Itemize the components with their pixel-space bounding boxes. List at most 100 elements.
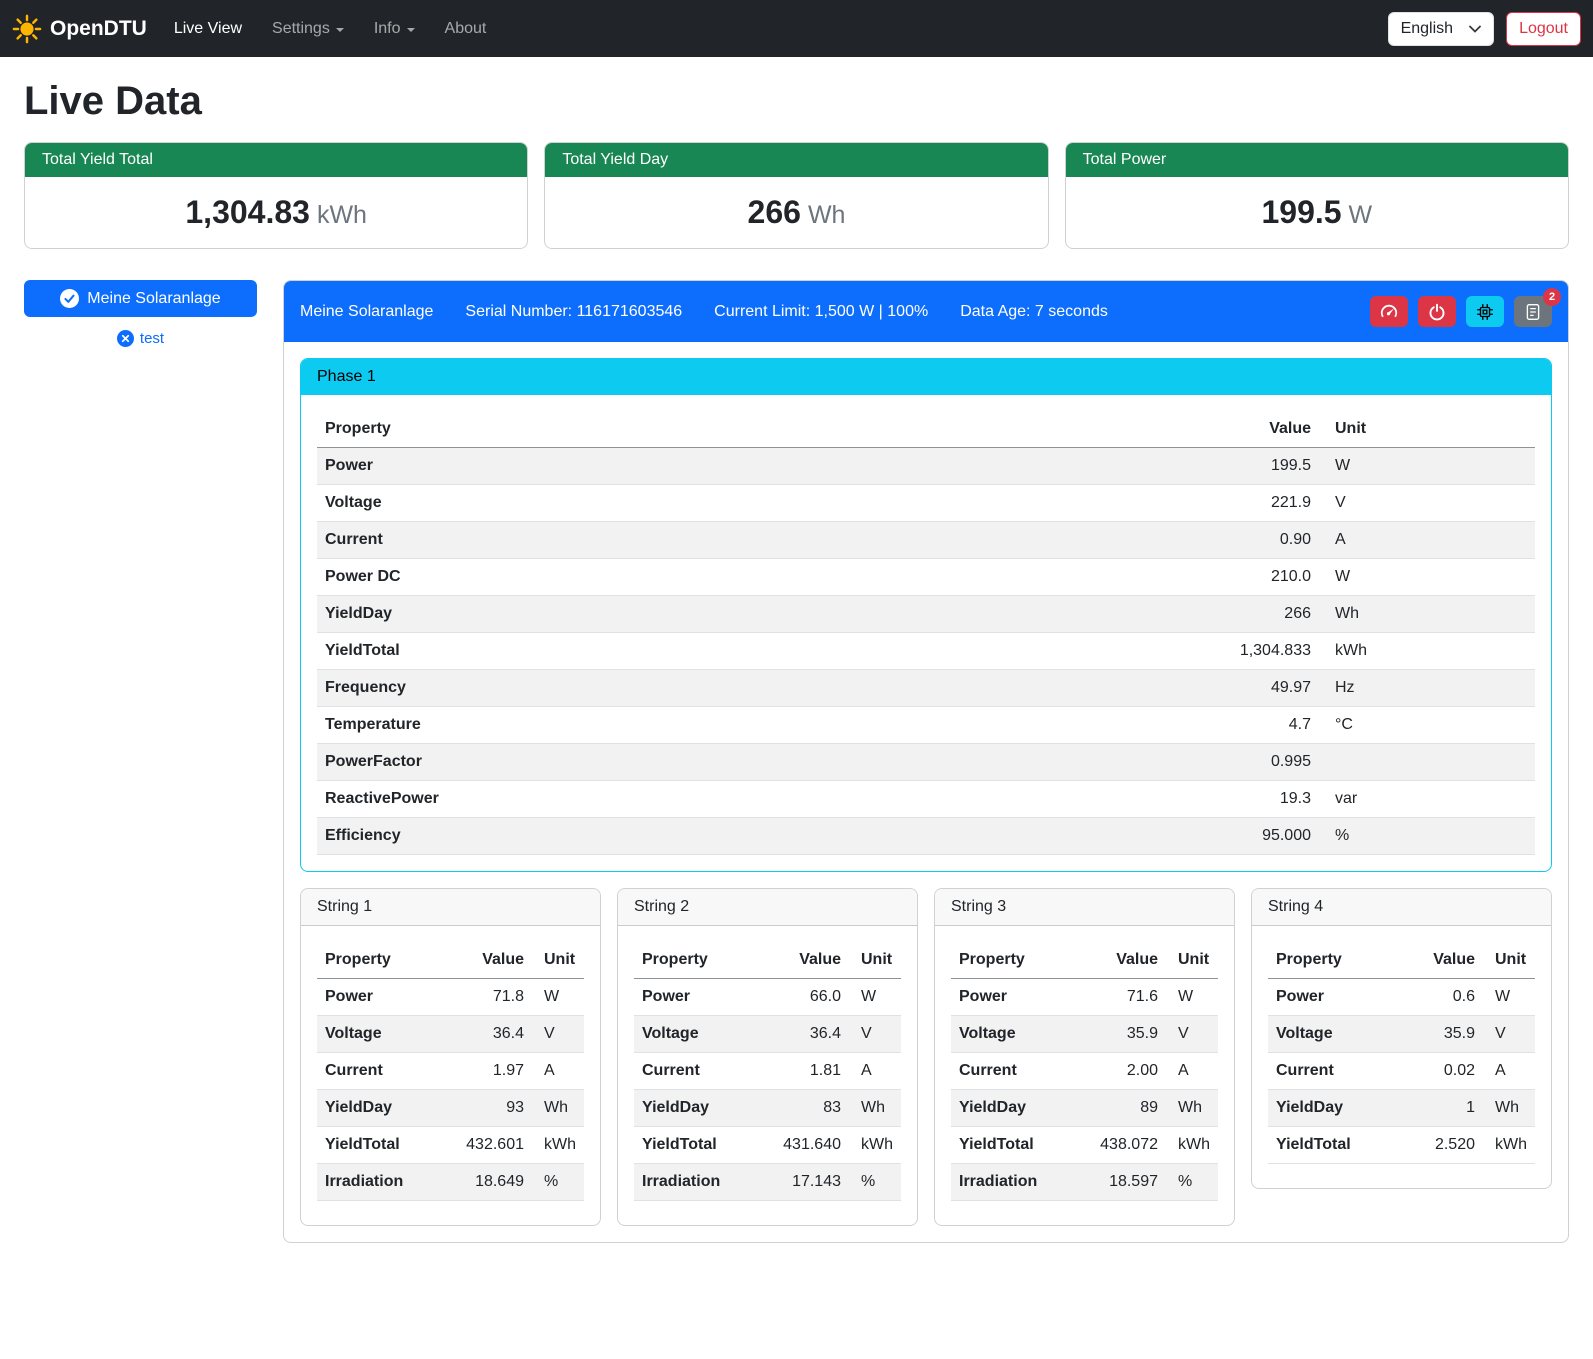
string-card-body: Property Value Unit Power	[618, 926, 917, 1225]
summary-card-title: Total Power	[1066, 143, 1568, 177]
property-unit: A	[1319, 522, 1535, 559]
property-unit: kWh	[1483, 1127, 1535, 1164]
language-select[interactable]: English	[1388, 12, 1494, 46]
table-row: PowerFactor 0.995	[317, 744, 1535, 781]
property-value: 0.6	[1413, 979, 1483, 1016]
property-unit: %	[849, 1164, 901, 1201]
property-value: 18.597	[1092, 1164, 1166, 1201]
property-value: 36.4	[458, 1016, 532, 1053]
col-unit: Unit	[849, 942, 901, 979]
nav-about-label: About	[445, 20, 487, 38]
property-unit: W	[1483, 979, 1535, 1016]
col-unit: Unit	[532, 942, 584, 979]
property-name: YieldTotal	[317, 1127, 458, 1164]
summary-card-title: Total Yield Total	[25, 143, 527, 177]
col-value: Value	[1092, 942, 1166, 979]
string-card-3: String 3 Property Value Unit	[934, 888, 1235, 1226]
property-unit: A	[849, 1053, 901, 1090]
limit-settings-button[interactable]	[1370, 296, 1408, 327]
col-unit: Unit	[1319, 411, 1535, 448]
property-name: Irradiation	[951, 1164, 1092, 1201]
string-card-body: Property Value Unit Power	[935, 926, 1234, 1225]
property-unit: V	[1319, 485, 1535, 522]
string-card-2: String 2 Property Value Unit	[617, 888, 918, 1226]
property-value: 1	[1413, 1090, 1483, 1127]
property-value: 71.6	[1092, 979, 1166, 1016]
col-value: Value	[1199, 411, 1319, 448]
inverter-data-age: Data Age: 7 seconds	[960, 303, 1108, 321]
property-name: Power DC	[317, 559, 1199, 596]
col-property: Property	[317, 942, 458, 979]
page-title: Live Data	[24, 79, 1569, 124]
property-value: 1.97	[458, 1053, 532, 1090]
gauge-icon	[1379, 302, 1399, 322]
property-name: Voltage	[317, 1016, 458, 1053]
phase-card: Phase 1 Property Value Unit	[300, 358, 1552, 872]
table-row: Efficiency 95.000 %	[317, 818, 1535, 855]
property-name: Voltage	[317, 485, 1199, 522]
col-unit: Unit	[1166, 942, 1218, 979]
sidebar-test-label: test	[140, 330, 164, 347]
property-value: 0.02	[1413, 1053, 1483, 1090]
sidebar-item-inverter[interactable]: Meine Solaranlage	[24, 280, 257, 317]
property-name: YieldDay	[317, 596, 1199, 633]
summary-card-body: 1,304.83kWh	[25, 177, 527, 248]
property-unit: V	[532, 1016, 584, 1053]
power-button[interactable]	[1418, 296, 1456, 327]
phase-table-body: Power 199.5 W Voltage 221.9 V	[317, 448, 1535, 855]
table-header-row: Property Value Unit	[317, 942, 584, 979]
summary-card-body: 266Wh	[545, 177, 1047, 248]
summary-unit: W	[1349, 201, 1373, 229]
summary-card-body: 199.5W	[1066, 177, 1568, 248]
property-unit: W	[532, 979, 584, 1016]
cpu-icon	[1476, 303, 1494, 321]
table-row: YieldTotal 431.640 kWh	[634, 1127, 901, 1164]
property-unit: kWh	[1319, 633, 1535, 670]
table-row: Voltage 36.4 V	[317, 1016, 584, 1053]
check-circle-icon	[60, 289, 79, 308]
property-name: YieldTotal	[634, 1127, 775, 1164]
property-name: YieldTotal	[317, 633, 1199, 670]
brand[interactable]: OpenDTU	[12, 14, 147, 44]
table-row: Irradiation 18.649 %	[317, 1164, 584, 1201]
property-name: Temperature	[317, 707, 1199, 744]
property-value: 199.5	[1199, 448, 1319, 485]
table-header-row: Property Value Unit	[951, 942, 1218, 979]
logout-button[interactable]: Logout	[1506, 12, 1581, 46]
device-info-button[interactable]	[1466, 296, 1504, 327]
property-value: 4.7	[1199, 707, 1319, 744]
property-unit: %	[1319, 818, 1535, 855]
table-row: YieldDay 266 Wh	[317, 596, 1535, 633]
property-unit: V	[1483, 1016, 1535, 1053]
table-header-row: Property Value Unit	[317, 411, 1535, 448]
table-row: Temperature 4.7 °C	[317, 707, 1535, 744]
event-log-button[interactable]: 2	[1514, 296, 1552, 327]
nav-settings[interactable]: Settings	[257, 12, 359, 46]
string-card-1: String 1 Property Value Unit	[300, 888, 601, 1226]
property-unit: W	[849, 979, 901, 1016]
nav-info[interactable]: Info	[359, 12, 430, 46]
nav-about[interactable]: About	[430, 12, 502, 46]
property-name: Current	[317, 1053, 458, 1090]
property-name: YieldTotal	[1268, 1127, 1413, 1164]
property-unit: Wh	[849, 1090, 901, 1127]
string-table-body: Power 0.6 W Voltage 35.9 V	[1268, 979, 1535, 1164]
property-name: Voltage	[634, 1016, 775, 1053]
table-row: Power 71.6 W	[951, 979, 1218, 1016]
col-property: Property	[317, 411, 1199, 448]
property-unit: %	[1166, 1164, 1218, 1201]
property-unit: V	[1166, 1016, 1218, 1053]
string-card-title: String 1	[301, 889, 600, 926]
nav-live-view[interactable]: Live View	[159, 12, 257, 46]
property-unit: var	[1319, 781, 1535, 818]
sidebar-item-test[interactable]: test	[24, 330, 257, 347]
event-count-badge: 2	[1543, 288, 1561, 306]
property-name: Frequency	[317, 670, 1199, 707]
table-row: YieldTotal 432.601 kWh	[317, 1127, 584, 1164]
inverter-card-body: Phase 1 Property Value Unit	[284, 342, 1568, 1242]
string-table: Property Value Unit Power	[951, 942, 1218, 1201]
nav-settings-label: Settings	[272, 20, 330, 38]
property-value: 83	[775, 1090, 849, 1127]
inverter-card: Meine Solaranlage Serial Number: 1161716…	[283, 280, 1569, 1243]
x-circle-icon	[117, 330, 134, 347]
